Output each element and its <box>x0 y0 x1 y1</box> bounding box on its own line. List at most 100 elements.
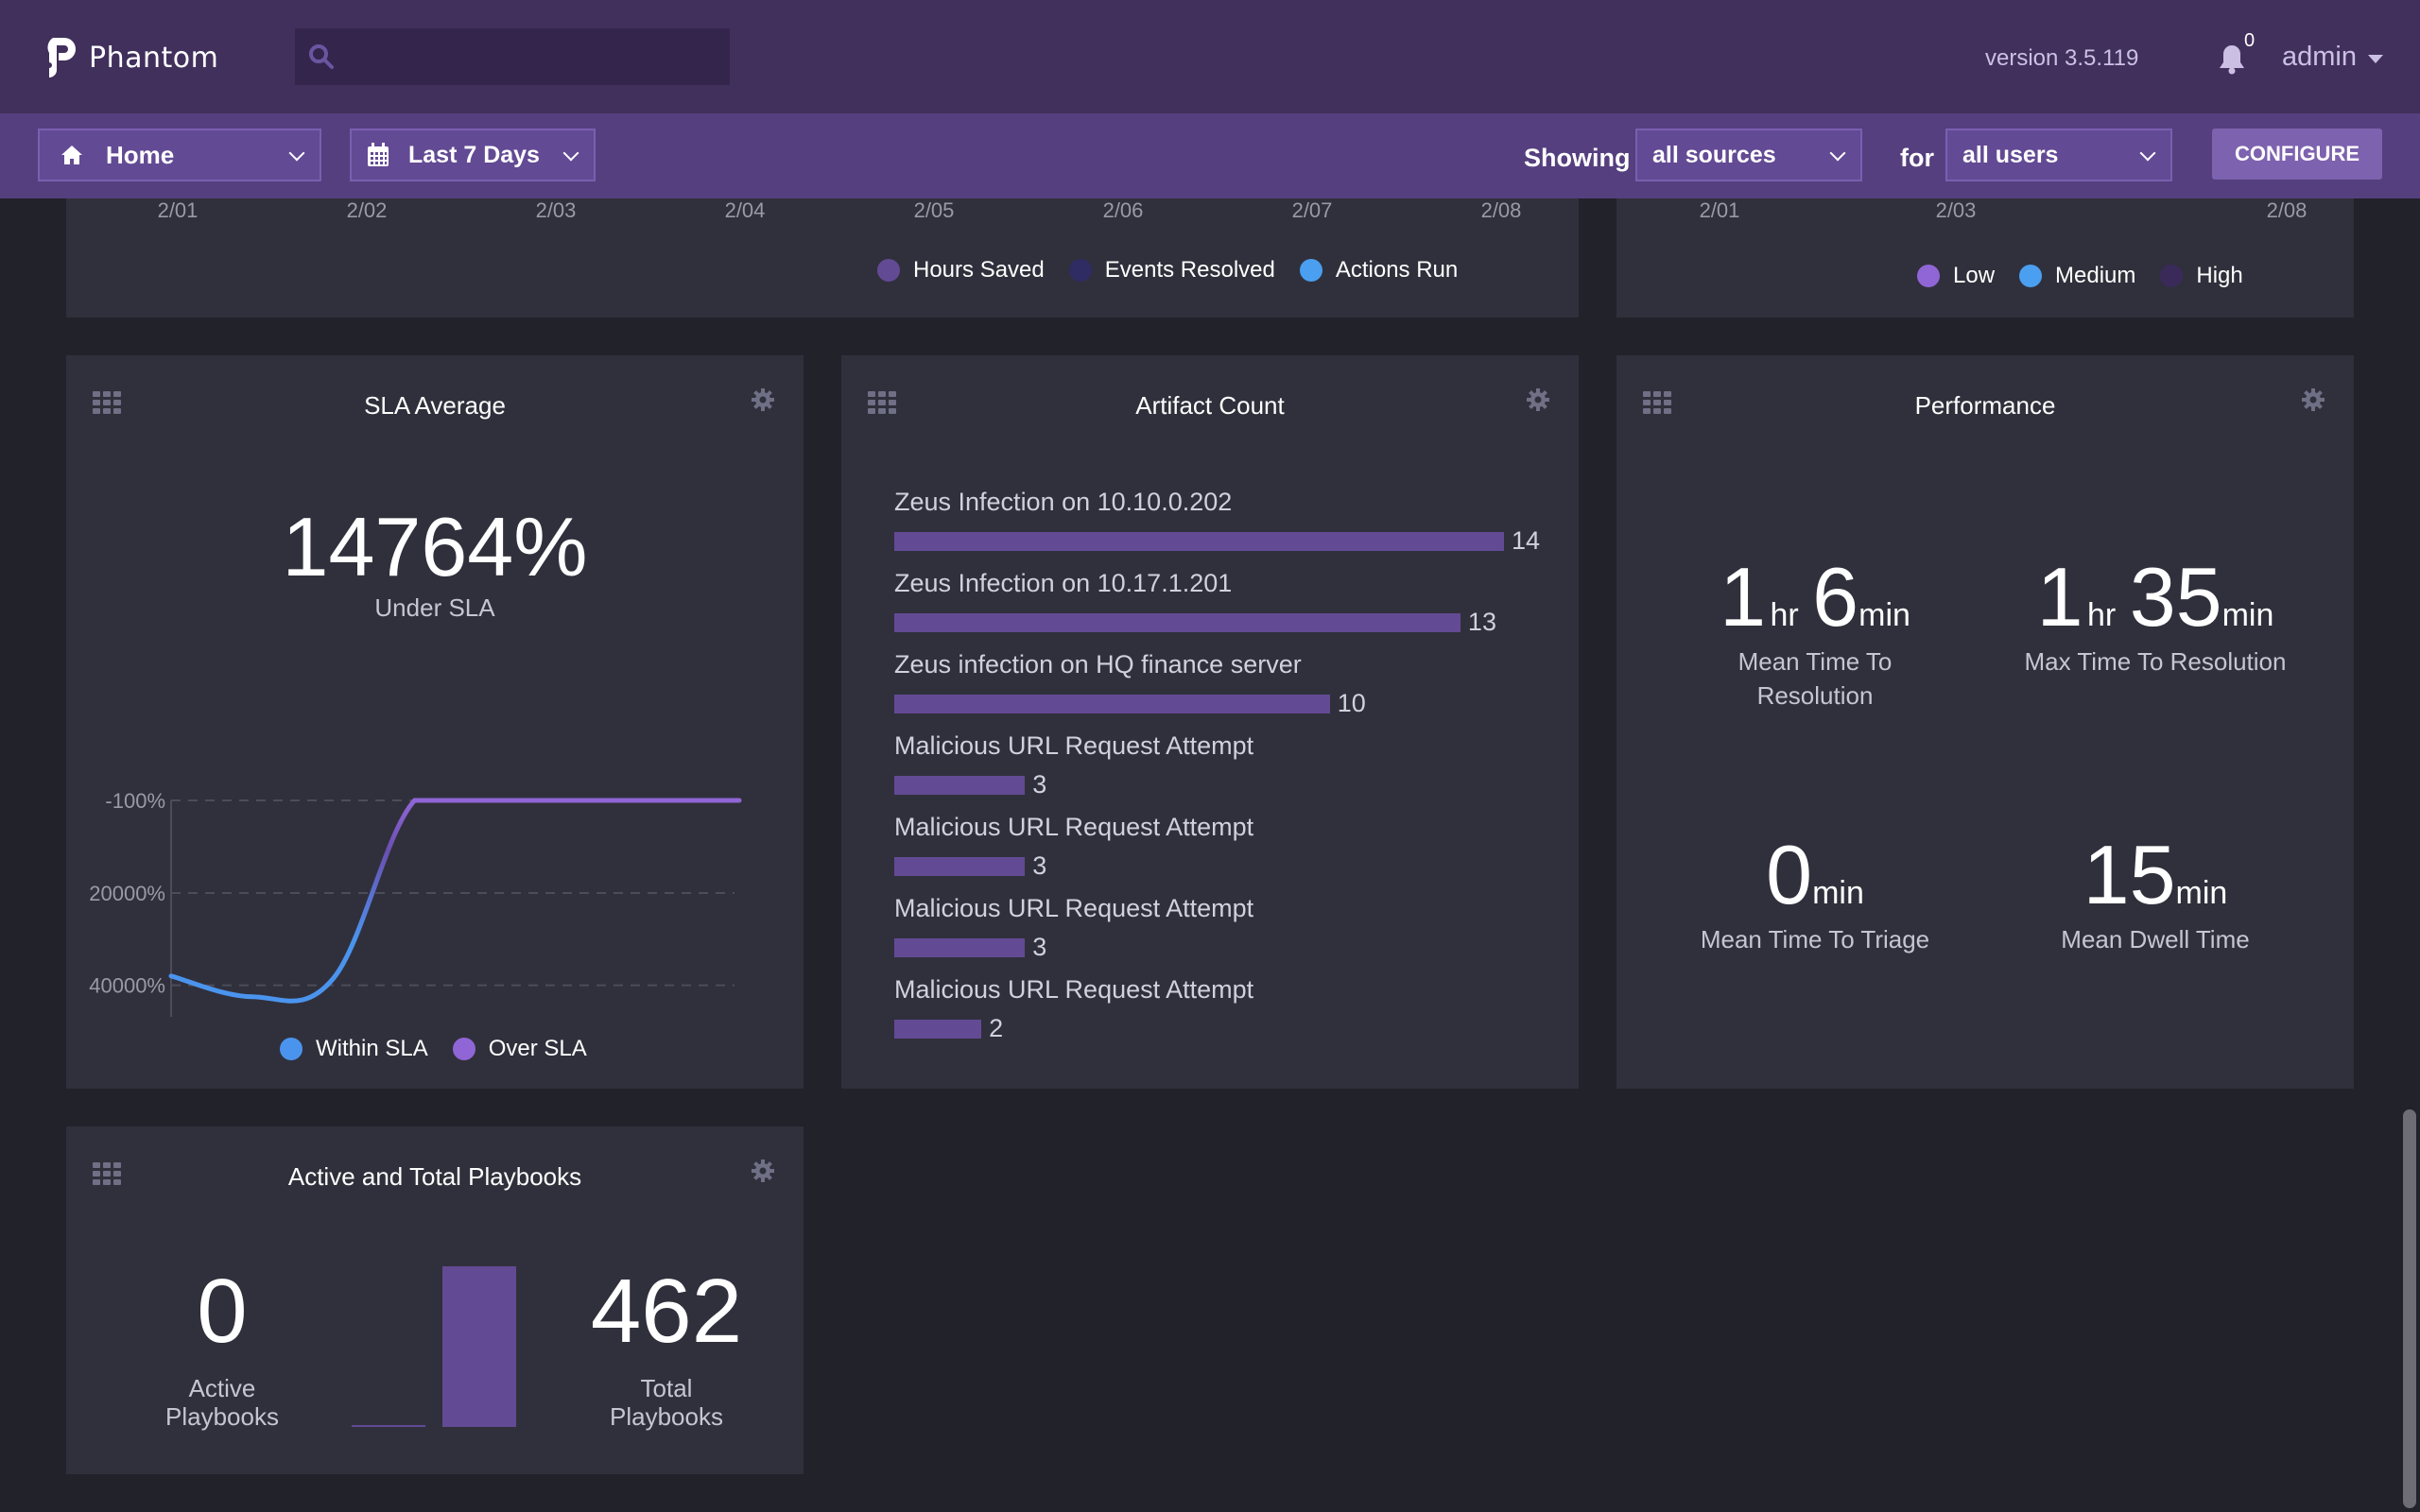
metric-mean-dwell-time: 15min Mean Dwell Time <box>1995 833 2316 956</box>
artifact-item[interactable]: Malicious URL Request Attempt 3 <box>894 813 1253 881</box>
app-name: Phantom <box>89 41 219 75</box>
search-box[interactable] <box>295 28 730 85</box>
sla-subtitle: Under SLA <box>374 593 495 622</box>
legend-item-events-resolved[interactable]: Events Resolved <box>1068 257 1275 284</box>
legend-dot <box>877 259 900 282</box>
panel-title: SLA Average <box>364 391 506 420</box>
artifact-label: Malicious URL Request Attempt <box>894 731 1254 760</box>
metric-minutes: 35 <box>2129 550 2222 644</box>
automation-panel: 2/01 2/02 2/03 2/04 2/05 2/06 2/07 2/08 Hours S… <box>66 198 1579 318</box>
artifact-bar-row: 3 <box>894 933 1253 962</box>
metric-minutes-unit: min <box>2221 597 2274 633</box>
chart-legend: Hours Saved Events Resolved Actions Run <box>877 257 1482 284</box>
metric-label: Mean Time To Triage <box>1700 925 1930 954</box>
metric-value: 1 hr 35min <box>1995 556 2316 639</box>
artifact-bar <box>894 775 1026 795</box>
artifact-label: Malicious URL Request Attempt <box>894 975 1254 1004</box>
metric-minutes-unit: min <box>1858 597 1910 633</box>
users-select-value: all users <box>1962 141 2059 168</box>
artifact-item[interactable]: Zeus Infection on 10.10.0.202 14 <box>894 488 1540 556</box>
legend-item-low[interactable]: Low <box>1917 263 1995 289</box>
artifact-count: 3 <box>1032 770 1047 799</box>
x-tick-label: 2/03 <box>1935 198 1977 222</box>
artifact-count: 14 <box>1512 526 1541 555</box>
artifact-count: 2 <box>989 1014 1004 1042</box>
user-menu[interactable]: admin <box>2282 42 2383 73</box>
caret-down-icon <box>2368 55 2383 63</box>
dashboard-select[interactable]: Home <box>38 129 321 181</box>
x-tick-label: 2/08 <box>2266 198 2308 222</box>
x-tick-label: 2/08 <box>1480 198 1522 222</box>
page-scrollbar[interactable] <box>2403 1109 2416 1508</box>
artifact-item[interactable]: Malicious URL Request Attempt 3 <box>894 731 1253 799</box>
artifact-label: Malicious URL Request Attempt <box>894 894 1254 922</box>
artifact-item[interactable]: Malicious URL Request Attempt 2 <box>894 975 1253 1043</box>
x-tick-label: 2/02 <box>346 198 388 222</box>
legend-label: Over SLA <box>488 1036 587 1061</box>
sla-average-panel: SLA Average 14764% Under SLA -100% 20000%… <box>66 355 804 1089</box>
legend-item-hours-saved[interactable]: Hours Saved <box>877 257 1045 284</box>
artifact-label: Zeus Infection on 10.17.1.201 <box>894 569 1233 597</box>
legend-item-within-sla[interactable]: Within SLA <box>280 1036 428 1062</box>
artifact-item[interactable]: Zeus Infection on 10.17.1.201 13 <box>894 569 1496 637</box>
x-tick-label: 2/01 <box>157 198 199 222</box>
legend-dot <box>452 1038 475 1060</box>
artifact-label: Zeus Infection on 10.10.0.202 <box>894 488 1233 516</box>
sla-line-chart: -100%20000%40000%50339%2/012/032/08 <box>89 789 742 1017</box>
chevron-down-icon <box>562 145 579 162</box>
legend-label: Low <box>1953 263 1996 288</box>
configure-button[interactable]: CONFIGURE <box>2212 129 2382 180</box>
artifact-bar <box>894 856 1026 876</box>
panel-title: Active and Total Playbooks <box>287 1162 582 1191</box>
chevron-down-icon <box>2139 145 2156 162</box>
chevron-down-icon <box>288 145 305 162</box>
legend-item-actions-run[interactable]: Actions Run <box>1299 257 1458 284</box>
y-tick-label: 20000% <box>89 882 165 905</box>
legend-item-high[interactable]: High <box>2160 263 2243 289</box>
x-tick-label: 2/07 <box>1291 198 1333 222</box>
phantom-logo[interactable]: Phantom <box>36 32 218 83</box>
artifact-bar <box>894 1019 982 1039</box>
artifact-bar <box>894 694 1330 713</box>
search-input[interactable] <box>346 43 705 70</box>
active-playbooks-bar <box>352 1425 425 1427</box>
sources-select[interactable]: all sources <box>1635 129 1862 181</box>
gear-icon[interactable] <box>2301 387 2325 412</box>
metric-max-time-to-resolution: 1 hr 35min Max Time To Resolution <box>1995 556 2316 679</box>
legend-item-medium[interactable]: Medium <box>2019 263 2135 289</box>
artifact-bar-row: 2 <box>894 1014 1253 1043</box>
gear-icon[interactable] <box>1526 387 1550 412</box>
metric-label: Mean Time To Resolution <box>1737 647 1893 710</box>
metric-minutes-unit: min <box>1812 875 1864 911</box>
playbooks-panel: Active and Total Playbooks 0 Active Play… <box>66 1126 804 1474</box>
gear-icon[interactable] <box>751 1159 775 1183</box>
artifact-count: 3 <box>1032 933 1047 961</box>
legend-dot <box>280 1038 302 1060</box>
date-range-select[interactable]: Last 7 Days <box>350 129 596 181</box>
metric-mean-time-to-resolution: 1 hr 6min Mean Time To Resolution <box>1673 556 1957 713</box>
artifact-bar-row: 13 <box>894 608 1496 637</box>
total-playbooks-label: Total Playbooks <box>610 1374 723 1431</box>
active-playbooks-count: 0 <box>197 1261 248 1362</box>
x-tick-label: 2/04 <box>724 198 766 222</box>
metric-value: 1 hr 6min <box>1673 556 1957 639</box>
dashboard-select-label: Home <box>106 140 175 169</box>
metric-minutes: 15 <box>2083 828 2176 921</box>
artifact-item[interactable]: Malicious URL Request Attempt 3 <box>894 894 1253 962</box>
artifact-item[interactable]: Zeus infection on HQ finance server 10 <box>894 650 1366 718</box>
artifact-count-panel: Artifact Count Zeus Infection on 10.10.0… <box>841 355 1579 1089</box>
legend-item-over-sla[interactable]: Over SLA <box>452 1036 587 1062</box>
search-icon <box>309 44 334 69</box>
panel-title: Artifact Count <box>1135 391 1285 420</box>
notification-count: 0 <box>2244 30 2256 51</box>
home-icon <box>61 146 82 164</box>
users-select[interactable]: all users <box>1945 129 2172 181</box>
chart-legend: Within SLA Over SLA <box>280 1036 612 1062</box>
total-playbooks-bar <box>442 1266 516 1427</box>
gear-icon[interactable] <box>751 387 775 412</box>
y-tick-label: 40000% <box>89 974 165 998</box>
version-text: version 3.5.119 <box>1985 45 2139 71</box>
total-playbooks-count: 462 <box>590 1261 743 1362</box>
metric-minutes-unit: min <box>2175 875 2228 911</box>
bell-icon[interactable] <box>2218 43 2246 76</box>
